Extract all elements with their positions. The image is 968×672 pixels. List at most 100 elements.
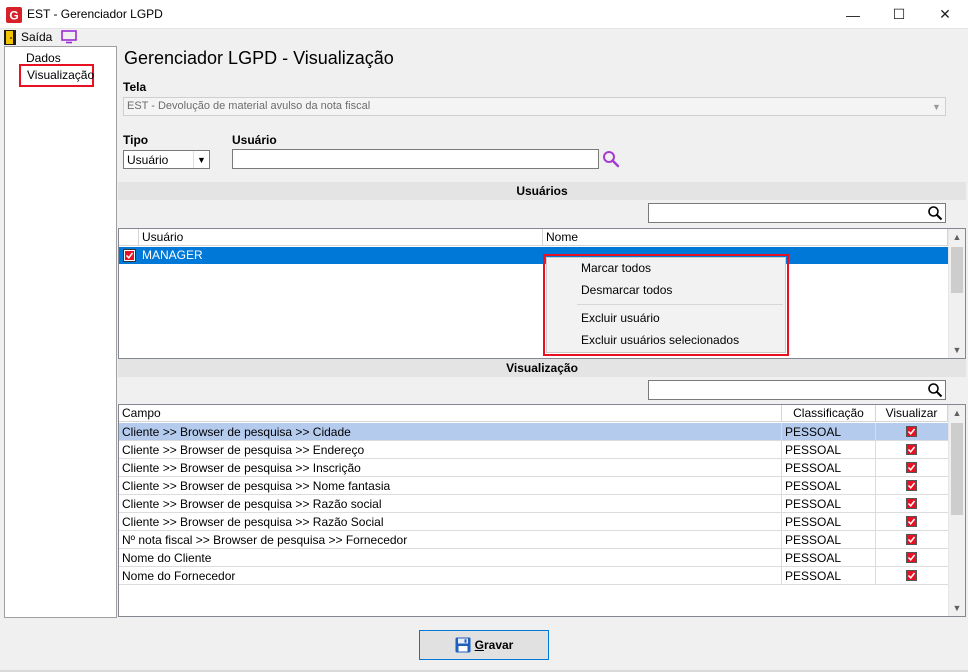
menu-item-desmarcar-todos[interactable]: Desmarcar todos	[547, 280, 785, 302]
usuario-label: Usuário	[232, 133, 277, 147]
cell-visualizar	[876, 459, 948, 477]
visualizar-checkbox[interactable]	[906, 426, 917, 437]
cell-visualizar	[876, 423, 948, 441]
cell-campo: Cliente >> Browser de pesquisa >> Nome f…	[119, 477, 782, 495]
visualizar-checkbox[interactable]	[906, 570, 917, 581]
check-icon	[907, 499, 916, 508]
visualizacao-section-header: Visualização	[118, 359, 966, 377]
page-title: Gerenciador LGPD - Visualização	[124, 48, 394, 68]
visualizar-checkbox[interactable]	[906, 498, 917, 509]
cell-classificacao: PESSOAL	[782, 441, 876, 459]
window-title: EST - Gerenciador LGPD	[27, 7, 163, 21]
chevron-down-icon[interactable]: ▼	[949, 600, 965, 616]
table-row[interactable]: Cliente >> Browser de pesquisa >> Cidade…	[119, 423, 948, 441]
check-icon	[907, 445, 916, 454]
table-row[interactable]: Nº nota fiscal >> Browser de pesquisa >>…	[119, 531, 948, 549]
cell-campo: Nº nota fiscal >> Browser de pesquisa >>…	[119, 531, 782, 549]
usuarios-scrollbar[interactable]: ▲ ▼	[948, 229, 965, 358]
check-icon	[907, 517, 916, 526]
usuarios-search-input[interactable]	[648, 203, 946, 223]
tipo-label: Tipo	[123, 133, 149, 147]
table-row[interactable]: Cliente >> Browser de pesquisa >> Endere…	[119, 441, 948, 459]
exit-button[interactable]: Saída	[21, 30, 52, 44]
visualizacao-search-input[interactable]	[648, 380, 946, 400]
visualizar-checkbox[interactable]	[906, 480, 917, 491]
grid-header-classificacao[interactable]: Classificação	[782, 405, 876, 422]
cell-classificacao: PESSOAL	[782, 549, 876, 567]
nav-item-dados[interactable]: Dados	[26, 51, 61, 65]
usuarios-section-header: Usuários	[118, 182, 966, 200]
cell-classificacao: PESSOAL	[782, 495, 876, 513]
scroll-thumb[interactable]	[951, 423, 963, 515]
title-bar: G EST - Gerenciador LGPD — ☐ ✕	[0, 0, 968, 29]
check-icon	[907, 481, 916, 490]
check-icon	[907, 535, 916, 544]
cell-campo: Cliente >> Browser de pesquisa >> Cidade	[119, 423, 782, 441]
nav-item-label: Visualização	[27, 68, 95, 82]
grid-header-usuario[interactable]: Usuário	[139, 229, 543, 246]
monitor-icon[interactable]	[61, 30, 77, 44]
cell-campo: Cliente >> Browser de pesquisa >> Razão …	[119, 495, 782, 513]
search-icon[interactable]	[927, 205, 943, 221]
table-row[interactable]: MANAGER	[119, 247, 948, 264]
menu-item-excluir-selecionados[interactable]: Excluir usuários selecionados	[547, 330, 785, 352]
grid-header-campo[interactable]: Campo	[119, 405, 782, 422]
maximize-button[interactable]: ☐	[876, 0, 922, 29]
chevron-up-icon[interactable]: ▲	[949, 405, 965, 421]
check-icon	[907, 463, 916, 472]
menu-separator	[577, 304, 783, 305]
row-checkbox[interactable]	[123, 249, 136, 262]
table-row[interactable]: Cliente >> Browser de pesquisa >> Razão …	[119, 495, 948, 513]
chevron-down-icon[interactable]: ▼	[193, 151, 209, 168]
cell-usuario: MANAGER	[142, 248, 203, 262]
menu-item-excluir-usuario[interactable]: Excluir usuário	[547, 308, 785, 330]
tela-select[interactable]: EST - Devolução de material avulso da no…	[123, 97, 946, 116]
usuarios-grid: Usuário Nome MANAGER ▲ ▼	[118, 228, 966, 359]
minimize-button[interactable]: —	[830, 0, 876, 29]
tela-select-value: EST - Devolução de material avulso da no…	[127, 100, 371, 112]
cell-classificacao: PESSOAL	[782, 459, 876, 477]
cell-visualizar	[876, 477, 948, 495]
table-row[interactable]: Nome do Fornecedor PESSOAL	[119, 567, 948, 585]
search-icon[interactable]	[602, 150, 620, 168]
nav-item-visualizacao[interactable]: Visualização	[19, 64, 94, 87]
navigation-tree: Dados Visualização	[4, 46, 117, 618]
save-button-label: Gravar	[474, 638, 514, 652]
cell-campo: Cliente >> Browser de pesquisa >> Razão …	[119, 513, 782, 531]
visualizar-checkbox[interactable]	[906, 444, 917, 455]
close-button[interactable]: ✕	[922, 0, 968, 29]
toolbar: Saída	[0, 29, 968, 46]
cell-campo: Nome do Fornecedor	[119, 567, 782, 585]
usuario-input[interactable]	[232, 149, 599, 169]
visualizacao-grid: Campo Classificação Visualizar Cliente >…	[118, 404, 966, 617]
search-icon[interactable]	[927, 382, 943, 398]
save-button[interactable]: Gravar	[419, 630, 549, 660]
table-row[interactable]: Nome do Cliente PESSOAL	[119, 549, 948, 567]
tipo-select-value: Usuário	[127, 153, 169, 167]
visualizacao-scrollbar[interactable]: ▲ ▼	[948, 405, 965, 616]
chevron-up-icon[interactable]: ▲	[949, 229, 965, 245]
exit-door-icon[interactable]	[4, 30, 16, 45]
tipo-select[interactable]: Usuário ▼	[123, 150, 210, 169]
cell-visualizar	[876, 567, 948, 585]
cell-classificacao: PESSOAL	[782, 477, 876, 495]
table-row[interactable]: Cliente >> Browser de pesquisa >> Nome f…	[119, 477, 948, 495]
grid-header-nome[interactable]: Nome	[543, 229, 948, 246]
check-icon	[907, 553, 916, 562]
scroll-thumb[interactable]	[951, 247, 963, 293]
table-row[interactable]: Cliente >> Browser de pesquisa >> Razão …	[119, 513, 948, 531]
visualizar-checkbox[interactable]	[906, 552, 917, 563]
cell-campo: Nome do Cliente	[119, 549, 782, 567]
chevron-down-icon[interactable]: ▼	[949, 342, 965, 358]
check-icon	[907, 571, 916, 580]
table-row[interactable]: Cliente >> Browser de pesquisa >> Inscri…	[119, 459, 948, 477]
visualizar-checkbox[interactable]	[906, 534, 917, 545]
visualizar-checkbox[interactable]	[906, 462, 917, 473]
visualizar-checkbox[interactable]	[906, 516, 917, 527]
cell-visualizar	[876, 549, 948, 567]
chevron-down-icon[interactable]: ▼	[928, 98, 945, 115]
menu-item-marcar-todos[interactable]: Marcar todos	[547, 258, 785, 280]
cell-campo: Cliente >> Browser de pesquisa >> Endere…	[119, 441, 782, 459]
grid-header-visualizar[interactable]: Visualizar	[876, 405, 948, 422]
cell-classificacao: PESSOAL	[782, 513, 876, 531]
